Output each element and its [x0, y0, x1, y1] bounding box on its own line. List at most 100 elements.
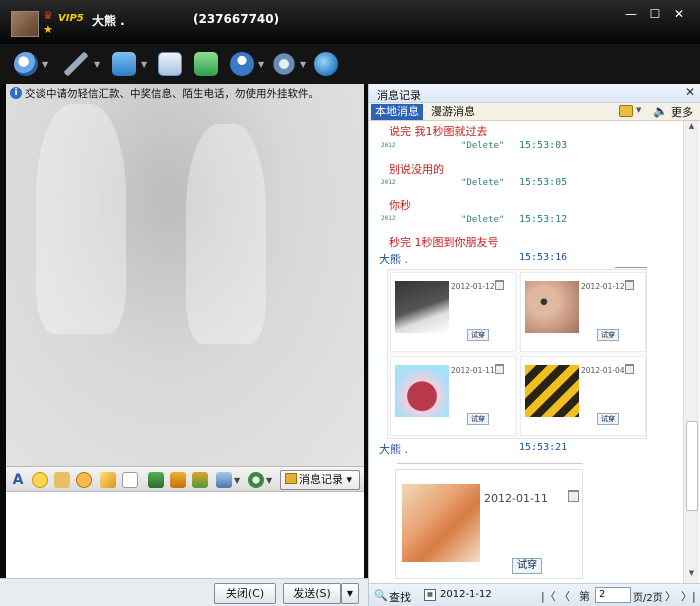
contact-avatar[interactable] [11, 11, 39, 37]
security-tip-text: 交谈中请勿轻信汇款、中奖信息、陌生电话，勿使用外挂软件。 [25, 88, 319, 100]
trash-icon[interactable] [495, 280, 504, 290]
search-icon[interactable]: 🔍 [374, 589, 388, 602]
calendar-icon[interactable]: ▦ [424, 589, 436, 601]
contact-qq-number: (237667740) [193, 12, 280, 26]
font-icon[interactable]: A [10, 472, 26, 488]
close-button[interactable]: 关闭(C) [214, 583, 276, 604]
chat-display-area[interactable] [6, 84, 364, 466]
assist-menu-caret[interactable]: ▼ [258, 60, 264, 69]
try-on-button[interactable]: 试穿 [467, 413, 489, 425]
close-history-icon[interactable]: ✕ [685, 85, 695, 99]
scroll-down-arrow-icon[interactable]: ▼ [685, 569, 698, 581]
tab-local-messages[interactable]: 本地消息 [371, 104, 423, 120]
video-call-menu-caret[interactable]: ▼ [42, 60, 48, 69]
sender-name: 大熊 . [379, 253, 408, 266]
video-call-icon[interactable] [14, 52, 38, 76]
info-icon: i [10, 87, 22, 99]
folder-share-icon[interactable] [112, 52, 136, 76]
message-history-panel: 消息记录 ✕ 本地消息 漫游消息 ▼ 🔈 更多 说完 我1秒图就过去 2012 … [368, 84, 700, 606]
shake-window-icon[interactable] [76, 472, 92, 488]
message-time: 15:53:12 [519, 214, 568, 225]
trash-icon[interactable] [495, 364, 504, 374]
send-options-caret[interactable]: ▼ [341, 583, 359, 604]
voice-message-icon[interactable] [248, 472, 264, 488]
image-message-grid: 2012-01-12 试穿 2012-01-12 试穿 2012-01-11 试… [387, 269, 647, 439]
find-button[interactable]: 查找 [389, 589, 411, 605]
trash-icon[interactable] [568, 490, 579, 502]
speaker-icon[interactable]: 🔈 [653, 104, 668, 118]
image-thumbnail[interactable] [402, 484, 480, 562]
export-menu-caret[interactable]: ▼ [636, 106, 641, 114]
sender-name: 大熊 . [379, 443, 408, 456]
chat-toolbar: ▼ ▼ ▼ ▼ ▼ [0, 44, 368, 84]
note-icon[interactable] [122, 472, 138, 488]
gear-icon[interactable] [272, 52, 296, 76]
vip-crown-icon: ♛ [43, 9, 53, 22]
try-on-button[interactable]: 试穿 [597, 329, 619, 341]
prev-page-button[interactable]: 〈 [559, 588, 570, 604]
maximize-button[interactable]: ☐ [644, 6, 666, 22]
emoji-icon[interactable] [32, 472, 48, 488]
screenshot-icon[interactable] [216, 472, 232, 488]
scribble-icon[interactable] [100, 472, 116, 488]
sender-time: 15:53:21 [519, 442, 568, 453]
close-window-button[interactable]: ✕ [668, 6, 690, 22]
vip-badge[interactable]: VIP5 [58, 13, 84, 24]
try-on-button[interactable]: 试穿 [512, 558, 542, 574]
scroll-up-arrow-icon[interactable]: ▲ [685, 122, 698, 134]
page-number-input[interactable]: 2 [595, 587, 631, 603]
first-page-button[interactable]: |〈 [541, 588, 556, 604]
message-history-button[interactable]: 消息记录 ▾ [280, 470, 360, 490]
history-scrollbar[interactable]: ▲ ▼ [683, 121, 699, 583]
message-input[interactable] [6, 492, 364, 578]
trash-icon[interactable] [625, 280, 634, 290]
message-delete-tag: "Delete" [461, 178, 505, 188]
magic-emoji-icon[interactable] [54, 472, 70, 488]
contact-nickname: 大熊 . [92, 14, 125, 28]
try-on-button[interactable]: 试穿 [597, 413, 619, 425]
history-message-list[interactable]: 说完 我1秒图就过去 2012 "Delete" 15:53:03 别说没用的 … [369, 121, 683, 583]
page-total: 页/2页 [633, 593, 663, 604]
image-thumbnail[interactable] [525, 281, 579, 333]
image-icon[interactable] [148, 472, 164, 488]
history-date[interactable]: 2012-1-12 [440, 589, 492, 600]
image-card[interactable]: 2012-01-11 试穿 [390, 356, 516, 436]
image-thumbnail[interactable] [395, 365, 449, 417]
bottom-bar: 关闭(C) 发送(S) ▼ [0, 578, 368, 606]
music-icon[interactable] [170, 472, 186, 488]
image-card[interactable]: 2012-01-12 试穿 [520, 272, 646, 352]
microphone-icon[interactable] [64, 52, 88, 76]
send-button[interactable]: 发送(S) [283, 583, 341, 604]
try-on-button[interactable]: 试穿 [467, 329, 489, 341]
more-button[interactable]: 更多 [671, 104, 693, 120]
last-page-button[interactable]: 〉| [681, 588, 696, 604]
message-time: 15:53:05 [519, 177, 568, 188]
history-panel-header: 消息记录 ✕ [369, 84, 700, 103]
remote-assist-icon[interactable] [230, 52, 254, 76]
image-card[interactable]: 2012-01-12 试穿 [390, 272, 516, 352]
tab-roaming-messages[interactable]: 漫游消息 [427, 104, 479, 120]
image-thumbnail[interactable] [525, 365, 579, 417]
image-card-large[interactable]: 2012-01-11 试穿 [395, 469, 583, 579]
message-text: 秒完 1秒图到你朋友号 [389, 236, 499, 249]
settings-menu-caret[interactable]: ▼ [300, 60, 306, 69]
toolbar-right-filler [368, 44, 700, 84]
globe-icon[interactable] [314, 52, 338, 76]
image-thumbnail[interactable] [395, 281, 449, 333]
scroll-thumb[interactable] [686, 421, 698, 511]
history-panel-title: 消息记录 [377, 89, 421, 102]
voice-menu-caret[interactable]: ▼ [94, 60, 100, 69]
file-menu-caret[interactable]: ▼ [141, 60, 147, 69]
page-prefix: 第 [579, 590, 590, 603]
minimize-button[interactable]: — [620, 6, 642, 22]
export-icon[interactable] [619, 105, 633, 117]
gift-icon[interactable] [192, 472, 208, 488]
screenshot-menu-caret[interactable]: ▼ [234, 476, 240, 485]
message-time: 15:53:03 [519, 140, 568, 151]
app-share-icon[interactable] [194, 52, 218, 76]
image-card[interactable]: 2012-01-04 试穿 [520, 356, 646, 436]
next-page-button[interactable]: 〉 [665, 588, 676, 604]
voice-message-menu-caret[interactable]: ▼ [266, 476, 272, 485]
trash-icon[interactable] [625, 364, 634, 374]
email-icon[interactable] [158, 52, 182, 76]
